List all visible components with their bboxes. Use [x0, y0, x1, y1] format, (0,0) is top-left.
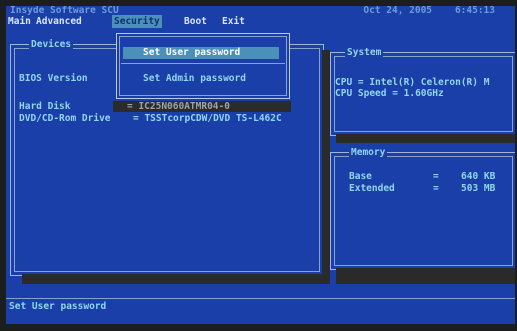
hard-disk-label: Hard Disk	[19, 101, 71, 112]
set-user-password-item[interactable]: Set User password	[123, 47, 279, 59]
menu-main[interactable]: Main	[8, 16, 31, 27]
memory-title: Memory	[349, 147, 388, 158]
memory-panel: Memory Base = 640 KB Extended = 503 MB	[330, 147, 515, 270]
menu-advanced[interactable]: Advanced	[36, 16, 82, 27]
devices-title: Devices	[29, 39, 74, 50]
menu-exit[interactable]: Exit	[222, 16, 245, 27]
menu-bar: Main Advanced Security Boot Exit	[6, 15, 515, 29]
hard-disk-value: = IC25N060ATMR04-0	[127, 101, 230, 112]
dvd-drive-label: DVD/CD-Rom Drive	[19, 113, 111, 124]
cpu-speed: CPU Speed = 1.60GHz	[335, 88, 444, 99]
system-panel: System CPU = Intel(R) Celeron(R) M CPU S…	[330, 47, 515, 136]
memory-extended-label: Extended	[349, 183, 395, 194]
cpu-info: CPU = Intel(R) Celeron(R) M	[335, 77, 490, 88]
menu-boot[interactable]: Boot	[184, 16, 207, 27]
memory-base-label: Base	[349, 171, 372, 182]
status-bar: Set User password	[6, 298, 515, 324]
menu-security[interactable]: Security	[112, 15, 162, 28]
system-title: System	[345, 47, 384, 58]
security-dropdown: Set User password Set Admin password	[116, 33, 290, 99]
memory-base-value: 640 KB	[461, 171, 496, 182]
dvd-drive-value: = TSSTcorpCDW/DVD TS-L462C	[133, 113, 282, 124]
bios-screen: Insyde Software SCU Oct 24, 2005 6:45:13…	[6, 6, 515, 324]
memory-extended-eq: =	[433, 183, 439, 194]
memory-base-eq: =	[433, 171, 439, 182]
set-admin-password-item[interactable]: Set Admin password	[123, 73, 279, 85]
bios-version-label: BIOS Version	[19, 73, 88, 84]
memory-extended-value: 503 MB	[461, 183, 496, 194]
status-message: Set User password	[9, 301, 107, 312]
